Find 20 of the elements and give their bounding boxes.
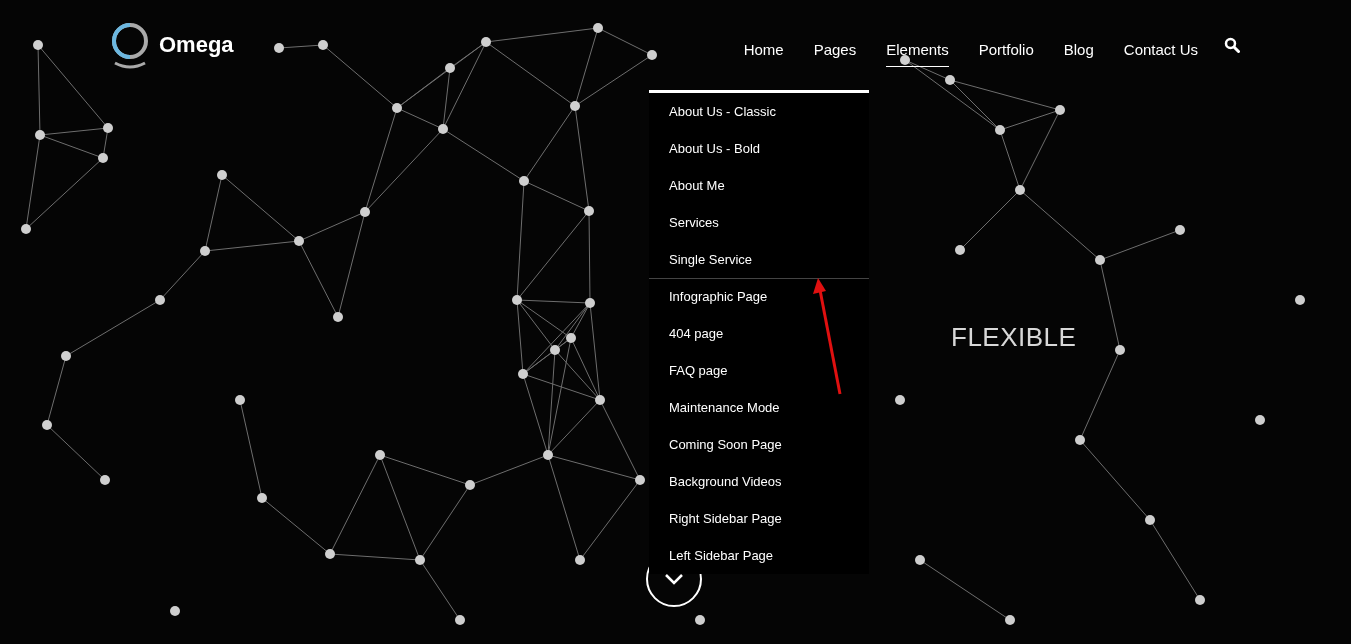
- dropdown-item[interactable]: Single Service: [649, 241, 869, 278]
- dropdown-item[interactable]: Maintenance Mode: [649, 389, 869, 426]
- dropdown-item[interactable]: Right Sidebar Page: [649, 500, 869, 537]
- dropdown-item[interactable]: 404 page: [649, 315, 869, 352]
- nav-link[interactable]: Pages: [813, 33, 857, 67]
- dropdown-item[interactable]: About Us - Bold: [649, 130, 869, 167]
- dropdown-item[interactable]: About Us - Classic: [649, 93, 869, 130]
- hero-headline: FLEXIBLE: [951, 321, 1077, 353]
- dropdown-item[interactable]: FAQ page: [649, 352, 869, 389]
- nav-link[interactable]: Home: [743, 33, 784, 67]
- logo-text[interactable]: Omega: [159, 32, 234, 58]
- dropdown-item[interactable]: Coming Soon Page: [649, 426, 869, 463]
- nav-link[interactable]: Contact Us: [1123, 33, 1198, 67]
- dropdown-item[interactable]: Services: [649, 204, 869, 241]
- dropdown-item[interactable]: Left Sidebar Page: [649, 537, 869, 574]
- nav-link[interactable]: Blog: [1063, 33, 1094, 67]
- nav-link[interactable]: Portfolio: [978, 33, 1034, 67]
- dropdown-item[interactable]: About Me: [649, 167, 869, 204]
- dropdown-item[interactable]: Background Videos: [649, 463, 869, 500]
- nav-link[interactable]: Elements: [886, 33, 949, 67]
